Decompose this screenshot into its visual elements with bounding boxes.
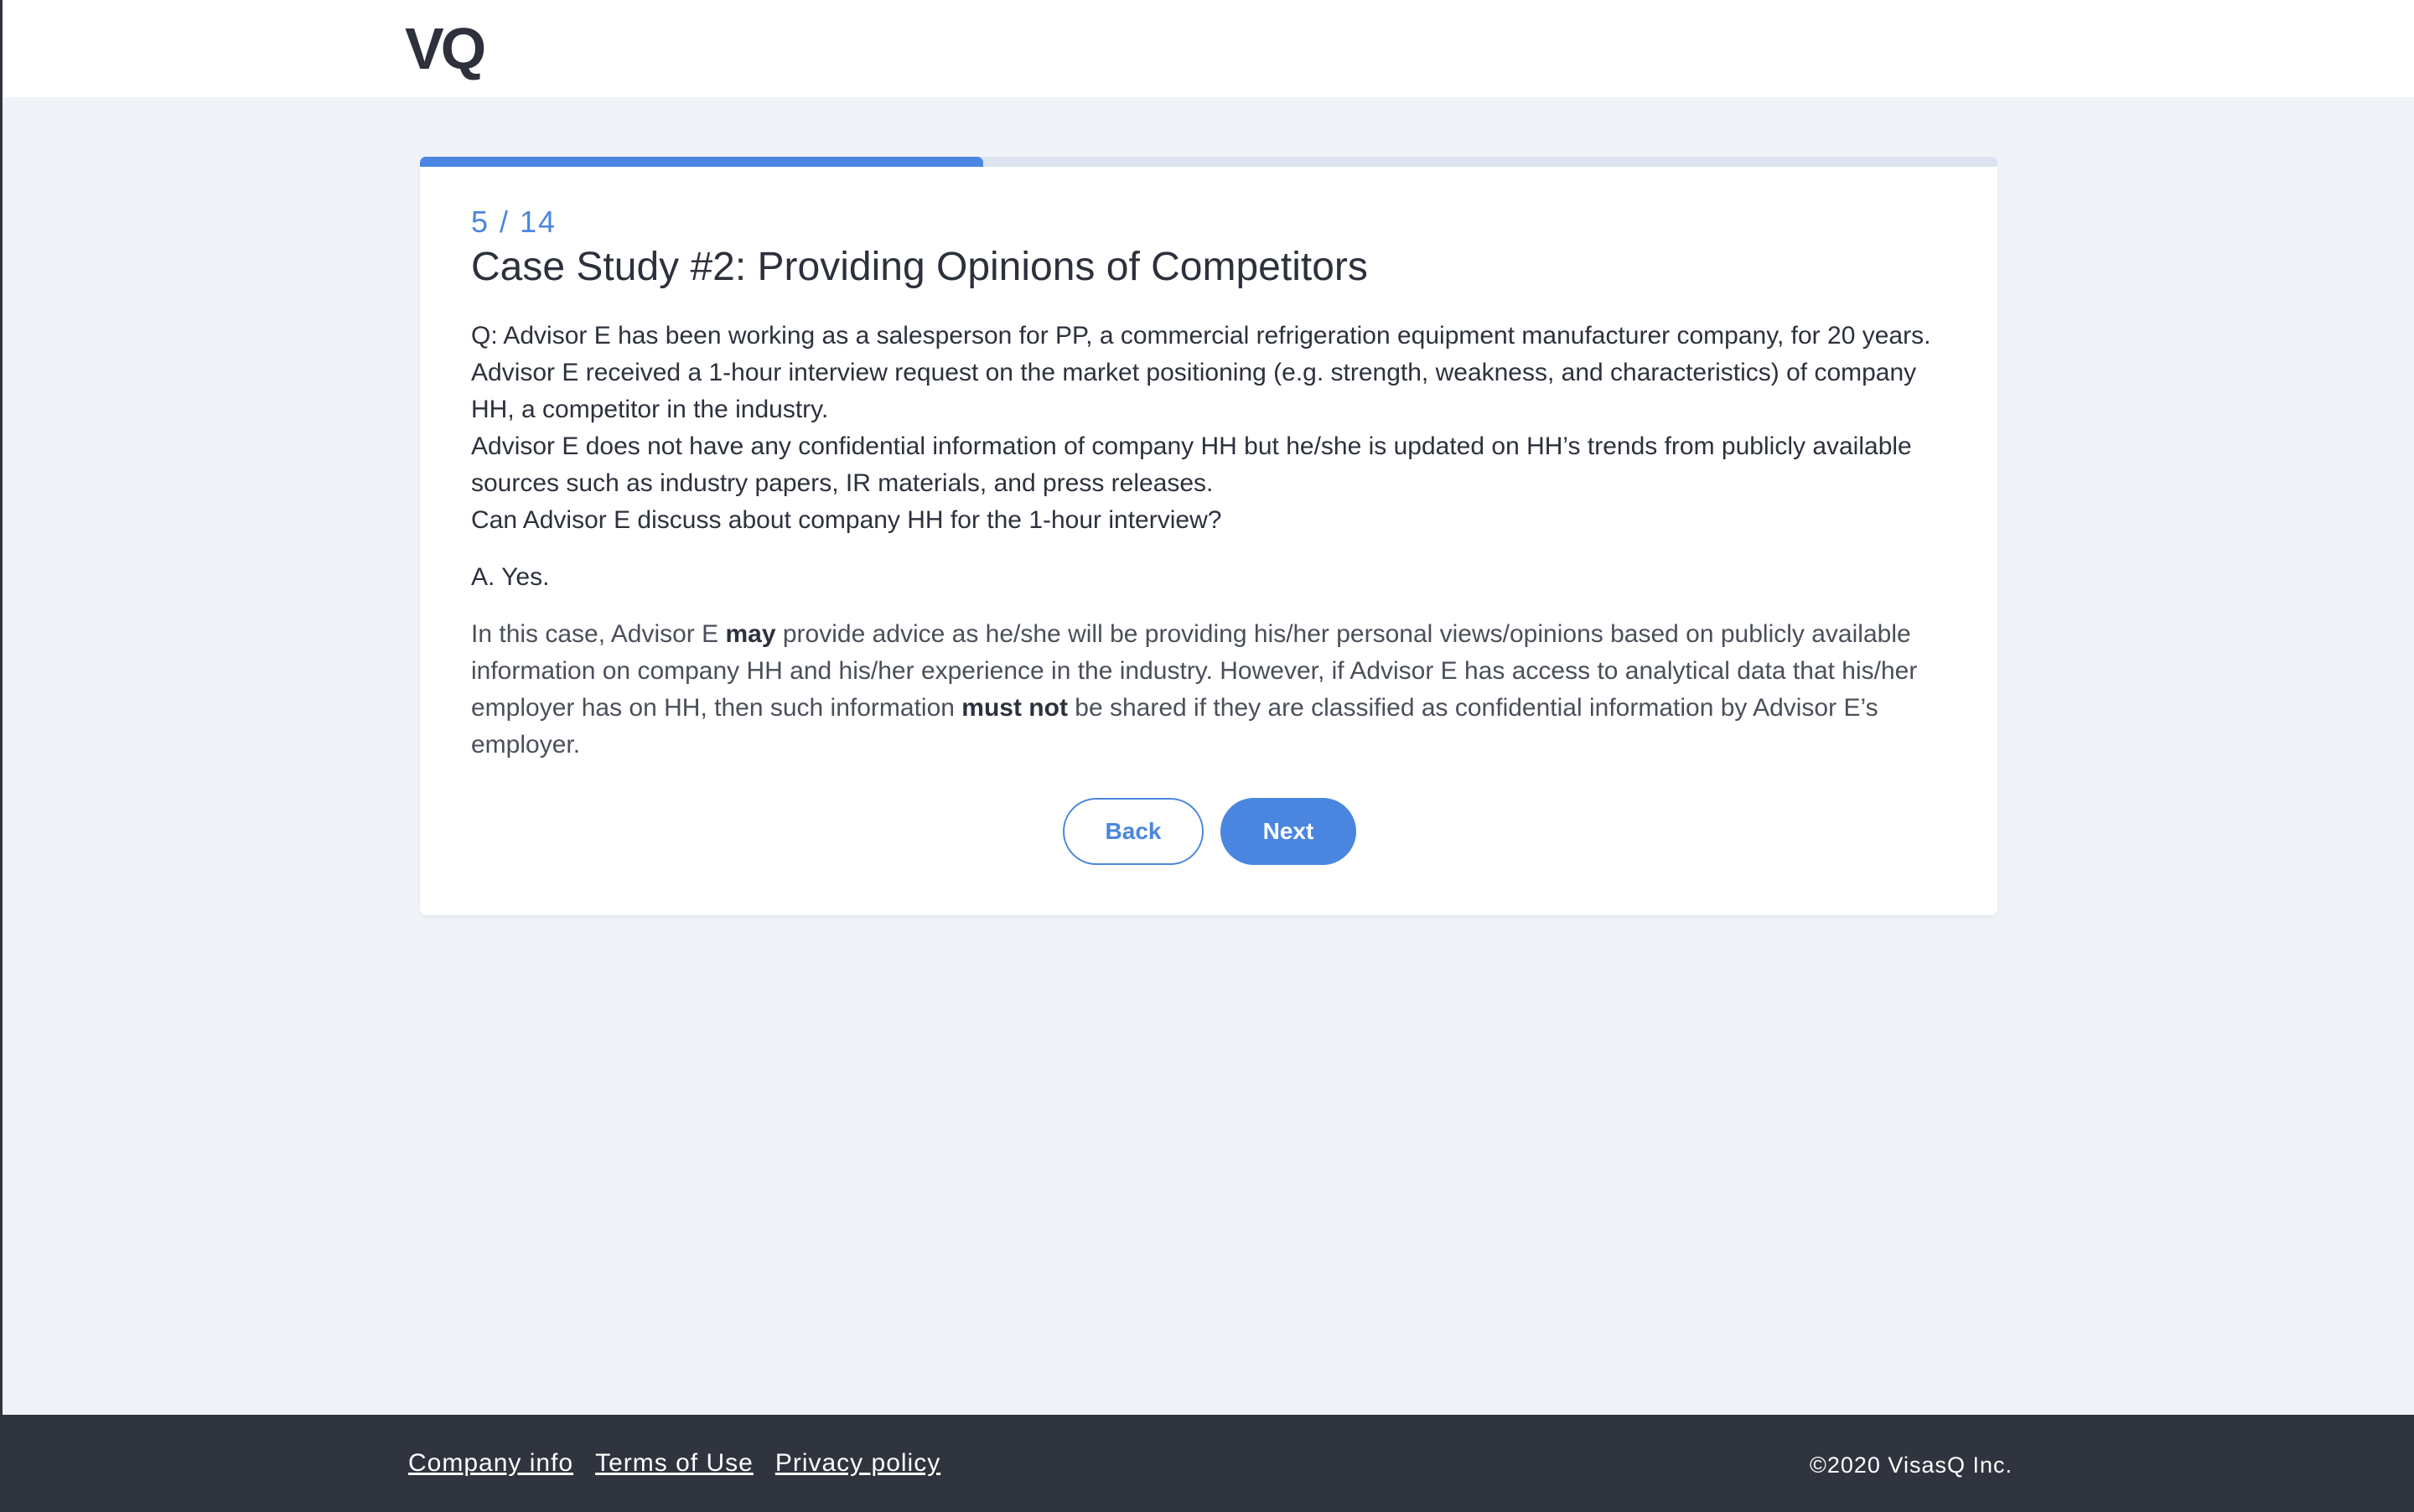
question-paragraph: Can Advisor E discuss about company HH f… (471, 506, 1222, 534)
vq-logo[interactable]: VQ (405, 15, 486, 82)
answer-text: A. Yes. (471, 563, 550, 591)
explanation-text: In this case, Advisor E may provide advi… (471, 616, 1946, 764)
window-left-edge (0, 0, 3, 1512)
footer-link-terms-of-use[interactable]: Terms of Use (595, 1447, 754, 1480)
explanation-emphasis: must not (961, 694, 1068, 722)
footer-link-company-info[interactable]: Company info (408, 1447, 573, 1480)
top-header: VQ (0, 0, 2414, 97)
footer-link-privacy-policy[interactable]: Privacy policy (775, 1447, 940, 1480)
question-text: Q: Advisor E has been working as a sales… (471, 318, 1946, 539)
question-paragraph: Advisor E does not have any confidential… (471, 432, 1912, 497)
back-button[interactable]: Back (1063, 798, 1204, 865)
site-footer: Company info Terms of Use Privacy policy… (0, 1415, 2414, 1512)
copyright-text: ©2020 VisasQ Inc. (1809, 1452, 2013, 1478)
step-counter: 5 / 14 (471, 205, 557, 239)
footer-links: Company info Terms of Use Privacy policy (408, 1447, 940, 1480)
explanation-emphasis: may (725, 620, 776, 648)
page-title: Case Study #2: Providing Opinions of Com… (471, 245, 1368, 289)
question-paragraph: Q: Advisor E has been working as a sales… (471, 322, 1931, 423)
case-study-card: 5 / 14 Case Study #2: Providing Opinions… (420, 167, 1997, 915)
next-button[interactable]: Next (1220, 798, 1356, 865)
explanation-part: In this case, Advisor E (471, 620, 726, 648)
